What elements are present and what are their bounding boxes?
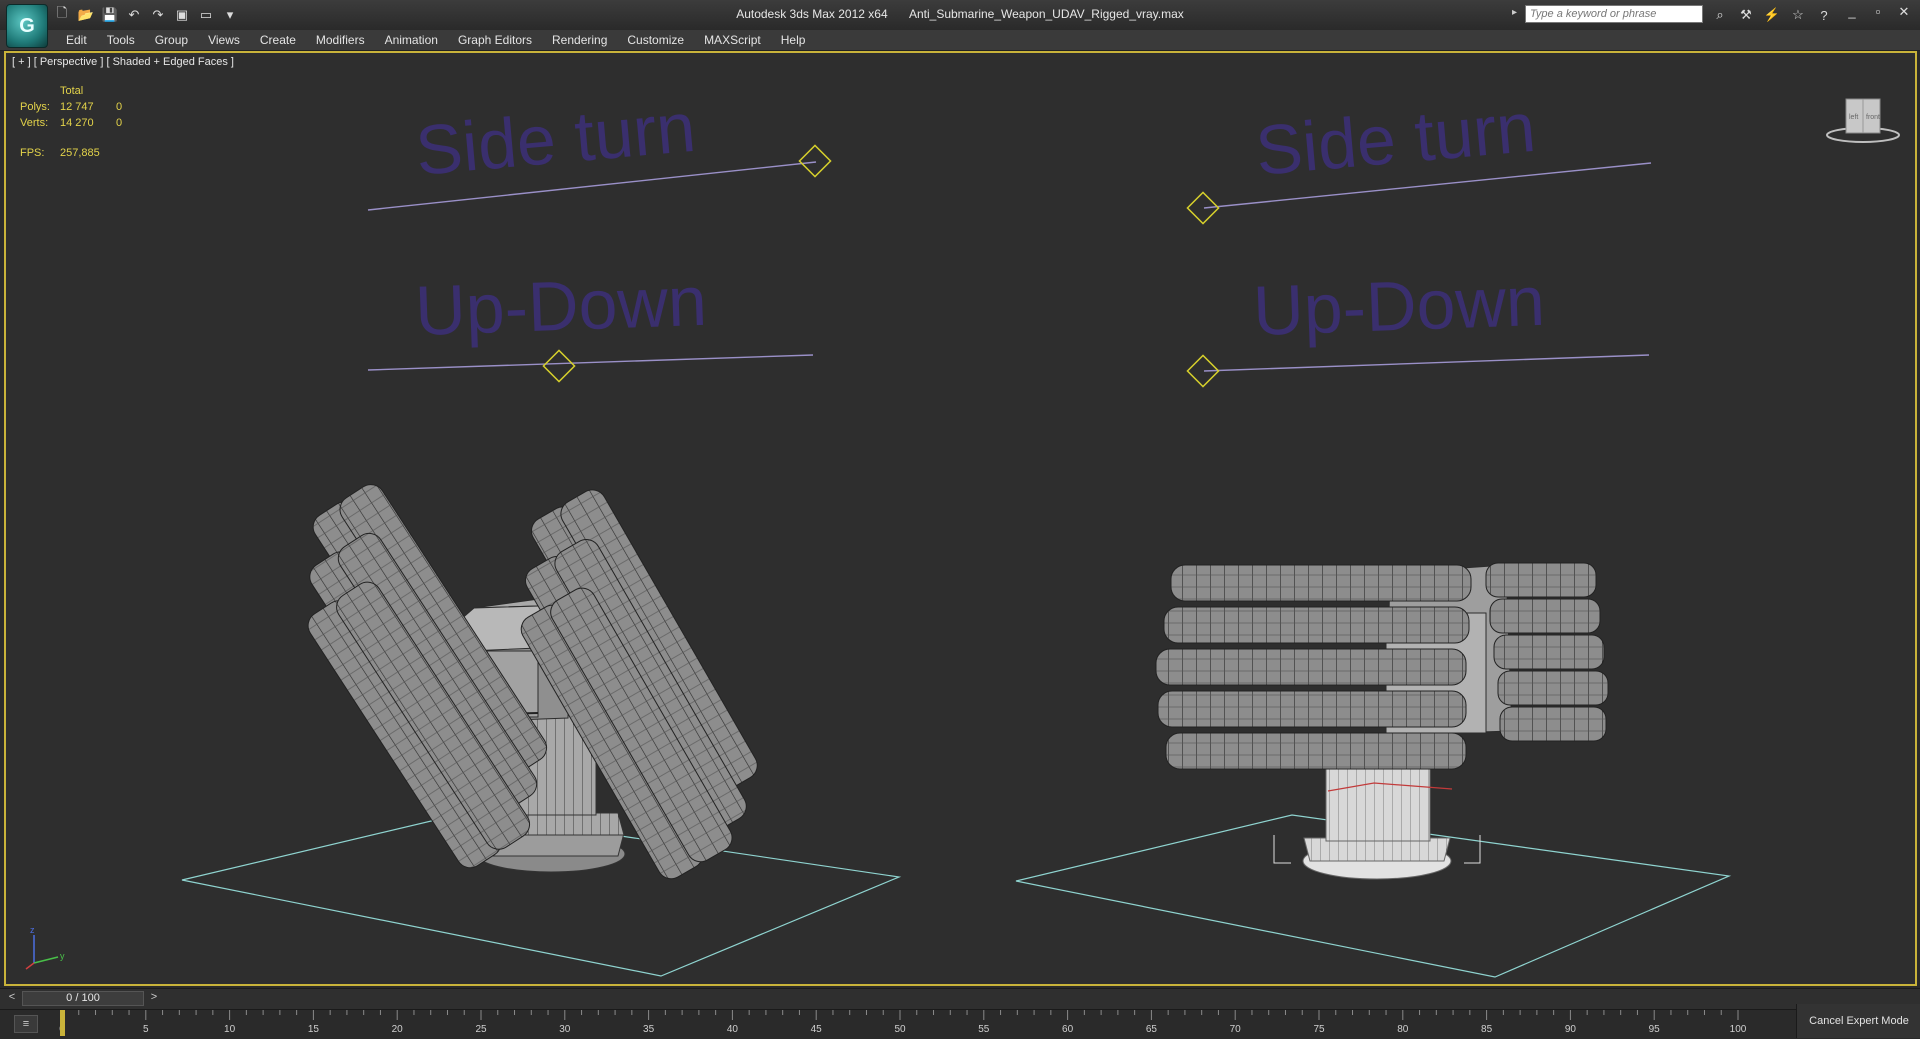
minimize-icon[interactable]: _ xyxy=(1844,4,1860,22)
ruler-tick-label: 30 xyxy=(559,1024,571,1035)
ruler-tick-label: 15 xyxy=(308,1024,320,1035)
menu-bar: Edit Tools Group Views Create Modifiers … xyxy=(0,30,1920,51)
time-slider[interactable]: < 0 / 100 > xyxy=(0,988,1920,1009)
help-icon[interactable]: ? xyxy=(1814,5,1834,25)
app-title: Autodesk 3ds Max 2012 x64 xyxy=(736,7,888,21)
axis-z-label: z xyxy=(30,925,35,935)
menu-views[interactable]: Views xyxy=(198,30,250,50)
side-turn-handle-right[interactable] xyxy=(1186,191,1220,225)
open-folder-icon[interactable]: 📂 xyxy=(76,5,96,25)
menu-group[interactable]: Group xyxy=(145,30,198,50)
frame-ruler[interactable]: 0510152025303540455055606570758085909510… xyxy=(56,1010,1756,1039)
up-down-label-left: Up-Down xyxy=(414,262,708,350)
menu-rendering[interactable]: Rendering xyxy=(542,30,617,50)
favorites-icon[interactable]: ☆ xyxy=(1788,5,1808,25)
menu-edit[interactable]: Edit xyxy=(56,30,97,50)
info-center: ⌕ ⚒ ⚡ ☆ ? xyxy=(1710,5,1834,25)
time-next-button[interactable]: > xyxy=(148,991,160,1007)
ruler-tick-label: 80 xyxy=(1397,1024,1409,1035)
side-turn-label-right: Side turn xyxy=(1253,88,1539,190)
ruler-tick-label: 85 xyxy=(1481,1024,1493,1035)
ruler-tick-label: 55 xyxy=(978,1024,990,1035)
menu-create[interactable]: Create xyxy=(250,30,306,50)
undo-icon[interactable]: ↶ xyxy=(124,5,144,25)
menu-modifiers[interactable]: Modifiers xyxy=(306,30,375,50)
ruler-tick-label: 5 xyxy=(143,1024,149,1035)
viewcube-widget[interactable]: left front xyxy=(1824,89,1902,149)
track-bar[interactable]: ≡ 05101520253035404550556065707580859095… xyxy=(0,1009,1920,1039)
subscription-icon[interactable]: ⚒ xyxy=(1736,5,1756,25)
communication-icon[interactable]: ⚡ xyxy=(1762,5,1782,25)
up-down-label-right: Up-Down xyxy=(1252,262,1546,350)
search-expand-icon[interactable]: ▸ xyxy=(1512,7,1517,18)
window-icon[interactable]: ▭ xyxy=(196,5,216,25)
viewcube-front-face[interactable]: front xyxy=(1866,114,1880,121)
ruler-tick-label: 25 xyxy=(475,1024,487,1035)
side-turn-label-left: Side turn xyxy=(413,88,699,190)
viewcube-left-face[interactable]: left xyxy=(1849,114,1858,121)
quick-access-toolbar: 🗋 📂 💾 ↶ ↷ ▣ ▭ ▾ xyxy=(52,5,240,25)
ruler-tick-label: 95 xyxy=(1649,1024,1661,1035)
menu-tools[interactable]: Tools xyxy=(97,30,145,50)
restore-icon[interactable]: ▫ xyxy=(1870,4,1886,22)
time-prev-button[interactable]: < xyxy=(6,991,18,1007)
up-down-handle-left[interactable] xyxy=(542,349,576,383)
title-bar: G 🗋 📂 💾 ↶ ↷ ▣ ▭ ▾ Autodesk 3ds Max 2012 … xyxy=(0,0,1920,48)
axis-y-label: y xyxy=(60,951,65,961)
file-title: Anti_Submarine_Weapon_UDAV_Rigged_vray.m… xyxy=(908,7,1184,21)
close-icon[interactable]: ✕ xyxy=(1896,4,1912,22)
curve-editor-icon[interactable]: ≡ xyxy=(14,1015,38,1033)
ruler-tick-label: 45 xyxy=(811,1024,823,1035)
ruler-tick-label: 65 xyxy=(1146,1024,1158,1035)
save-icon[interactable]: 💾 xyxy=(100,5,120,25)
up-down-track-left xyxy=(367,354,814,371)
ruler-tick-label: 100 xyxy=(1730,1024,1747,1035)
menu-help[interactable]: Help xyxy=(771,30,816,50)
window-controls: _ ▫ ✕ xyxy=(1844,4,1912,22)
ruler-tick-label: 40 xyxy=(727,1024,739,1035)
new-file-icon[interactable]: 🗋 xyxy=(52,5,72,25)
project-folder-icon[interactable]: ▣ xyxy=(172,5,192,25)
menu-customize[interactable]: Customize xyxy=(617,30,694,50)
search-input[interactable]: Type a keyword or phrase xyxy=(1525,5,1703,23)
redo-icon[interactable]: ↷ xyxy=(148,5,168,25)
perspective-viewport[interactable]: [ + ] [ Perspective ] [ Shaded + Edged F… xyxy=(4,51,1917,986)
app-menu-button[interactable]: G xyxy=(6,4,48,48)
cancel-expert-mode-button[interactable]: Cancel Expert Mode xyxy=(1796,1004,1920,1038)
launcher-model-left[interactable] xyxy=(259,479,787,884)
app-logo-icon: G xyxy=(19,14,35,37)
side-turn-handle-left[interactable] xyxy=(798,144,832,178)
ruler-tick-label: 75 xyxy=(1313,1024,1325,1035)
menu-graph-editors[interactable]: Graph Editors xyxy=(448,30,542,50)
axis-tripod: z y xyxy=(25,925,65,970)
ruler-tick-label: 90 xyxy=(1565,1024,1577,1035)
menu-animation[interactable]: Animation xyxy=(375,30,448,50)
ruler-tick-label: 35 xyxy=(643,1024,655,1035)
current-frame-marker[interactable] xyxy=(60,1010,65,1036)
ruler-tick-label: 20 xyxy=(392,1024,404,1035)
dropdown-icon[interactable]: ▾ xyxy=(220,5,240,25)
ruler-tick-label: 10 xyxy=(224,1024,236,1035)
ruler-tick-label: 70 xyxy=(1230,1024,1242,1035)
up-down-track-right xyxy=(1203,354,1650,372)
time-slider-thumb[interactable]: 0 / 100 xyxy=(22,991,144,1006)
menu-maxscript[interactable]: MAXScript xyxy=(694,30,771,50)
ruler-tick-label: 60 xyxy=(1062,1024,1074,1035)
binoculars-icon[interactable]: ⌕ xyxy=(1710,5,1730,25)
scene-canvas[interactable]: Side turn Up-Down Side turn Up-Down xyxy=(6,53,1917,986)
ruler-tick-label: 50 xyxy=(894,1024,906,1035)
